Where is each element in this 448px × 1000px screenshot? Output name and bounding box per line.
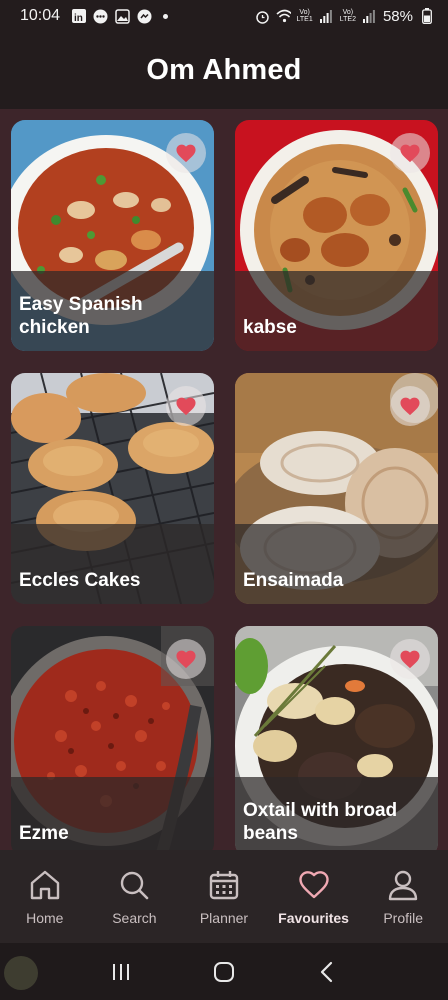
recipe-title: kabse: [243, 317, 297, 338]
volte2-label: Vo): [342, 9, 354, 16]
recipe-card[interactable]: kabse: [235, 120, 438, 351]
volte-label: Vo): [299, 9, 310, 16]
nav-label: Search: [112, 910, 157, 926]
nav-item-profile[interactable]: Profile: [359, 867, 447, 926]
person-icon: [385, 867, 421, 903]
heart-icon: [400, 144, 420, 163]
nav-label: Profile: [383, 910, 424, 926]
wifi-icon: [275, 9, 291, 24]
recipe-title: Ezme: [19, 823, 69, 844]
status-bar: 10:04 in Vo) LTE1 Vo) LTE2 58%: [0, 0, 448, 32]
gallery-notification-icon: [115, 8, 130, 24]
calendar-icon: [206, 867, 242, 903]
nav-label: Planner: [199, 910, 249, 926]
favourite-toggle[interactable]: [166, 639, 206, 679]
home-system-button[interactable]: [204, 952, 244, 992]
recipe-card[interactable]: Eccles Cakes: [11, 373, 214, 604]
heart-icon: [176, 650, 196, 669]
linkedin-notification-icon: in: [71, 9, 86, 24]
alarm-icon: [255, 9, 270, 24]
app-badge-icon: [4, 956, 38, 990]
sim2-label: LTE2: [339, 16, 356, 23]
more-notifications-icon: [163, 13, 169, 19]
back-button[interactable]: [307, 952, 347, 992]
recipe-card[interactable]: Ensaimada: [235, 373, 438, 604]
back-icon: [320, 961, 332, 982]
recipe-title: Ensaimada: [243, 570, 344, 591]
svg-text:in: in: [74, 13, 83, 23]
heart-icon: [176, 397, 196, 416]
nav-item-favourites[interactable]: Favourites: [270, 867, 358, 926]
nav-label: Favourites: [278, 910, 349, 926]
favourite-toggle[interactable]: [390, 386, 430, 426]
recipe-card[interactable]: Oxtail with broad beans: [235, 626, 438, 850]
nav-label: Home: [26, 910, 64, 926]
battery-icon: [419, 8, 434, 24]
heart-icon: [176, 144, 196, 163]
page-title: Om Ahmed: [146, 54, 302, 86]
messenger-notification-icon: [137, 9, 152, 24]
recipe-title: Easy Spanish chicken: [19, 294, 143, 338]
battery-percent: 58%: [382, 7, 413, 25]
nav-item-home[interactable]: Home: [1, 867, 89, 926]
sim1-label: LTE1: [296, 16, 313, 23]
nav-item-search[interactable]: Search: [90, 867, 178, 926]
heart-icon: [400, 397, 420, 416]
app-header: Om Ahmed: [0, 32, 448, 109]
bottom-nav: Home Search Planner Favourites Profile: [0, 850, 448, 943]
search-icon: [116, 867, 152, 903]
heart-icon: [400, 650, 420, 669]
status-time: 10:04: [20, 7, 61, 24]
heart-icon: [296, 867, 332, 903]
signal-2-icon: [362, 9, 377, 24]
signal-icon: [319, 9, 334, 24]
system-nav-bar: [0, 943, 448, 1000]
recipe-card[interactable]: Easy Spanish chicken: [11, 120, 214, 351]
chat-notification-icon: [93, 9, 108, 24]
recipe-title: Oxtail with broad beans: [243, 800, 398, 844]
home-icon: [27, 867, 63, 903]
nav-item-planner[interactable]: Planner: [180, 867, 268, 926]
recipe-title: Eccles Cakes: [19, 570, 141, 591]
favourites-grid: Easy Spanish chicken kabse Eccles Cakes …: [0, 109, 448, 850]
home-circle-icon: [213, 961, 234, 982]
favourite-toggle[interactable]: [166, 133, 206, 173]
recent-apps-icon: [113, 963, 130, 980]
recent-apps-button[interactable]: [101, 952, 141, 992]
favourite-toggle[interactable]: [166, 386, 206, 426]
recipe-card[interactable]: Ezme: [11, 626, 214, 850]
favourite-toggle[interactable]: [390, 639, 430, 679]
favourite-toggle[interactable]: [390, 133, 430, 173]
